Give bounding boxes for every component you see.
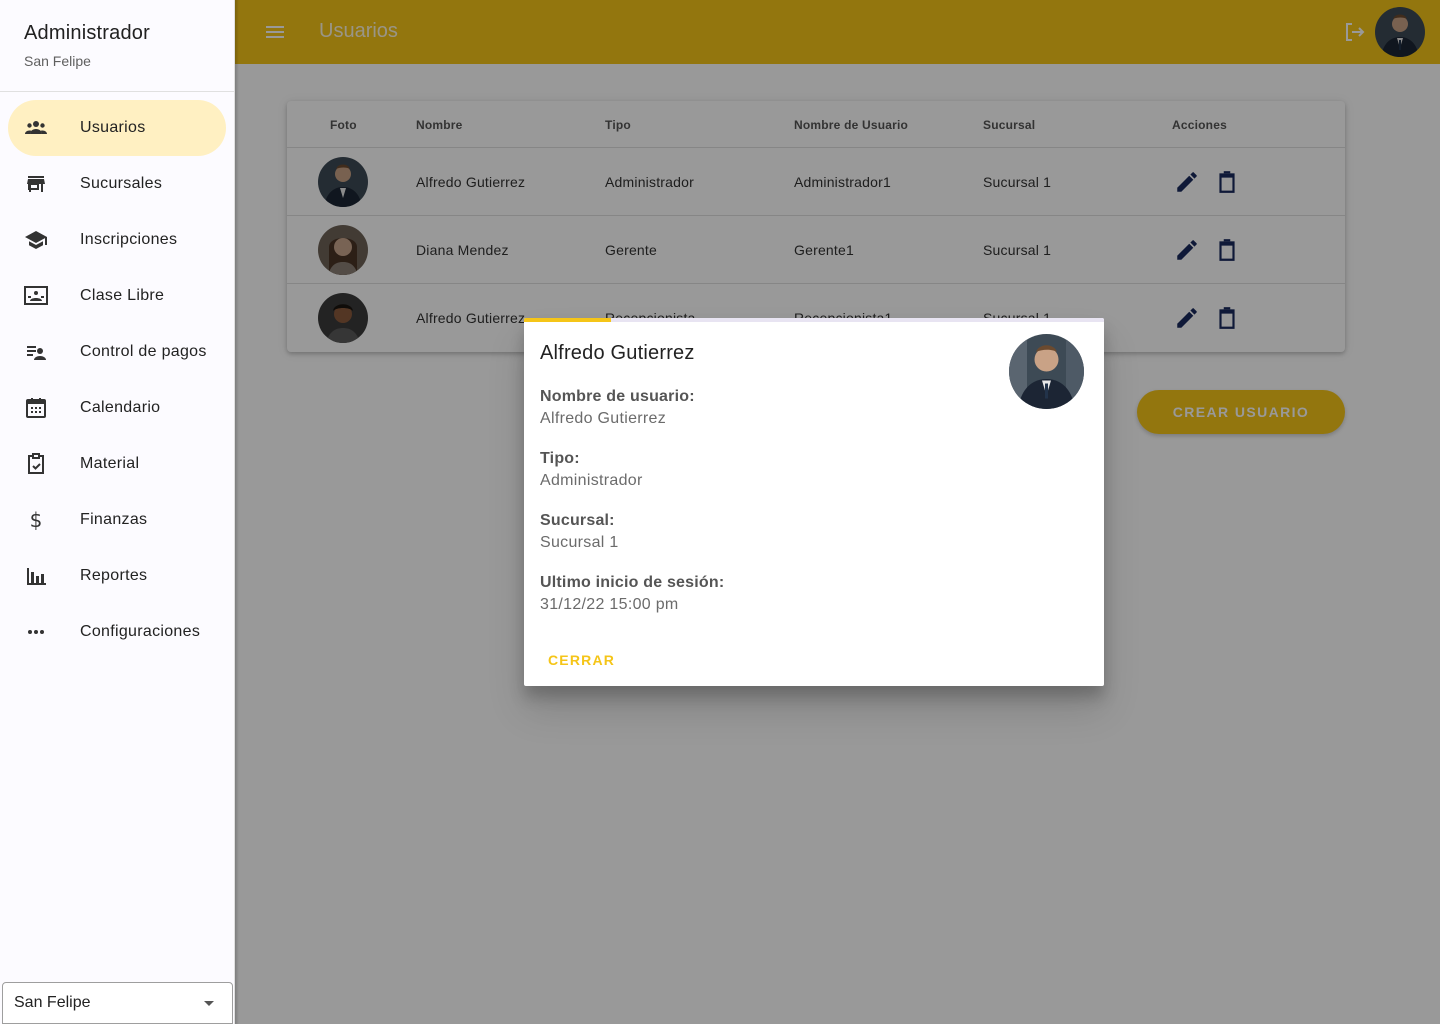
field-value: Administrador [540, 472, 643, 489]
field-username: Nombre de usuario: Alfredo Gutierrez [540, 388, 695, 428]
sidebar-item-label: Clase Libre [80, 287, 165, 304]
sidebar-item-label: Finanzas [80, 511, 148, 528]
field-label: Sucursal: [540, 512, 615, 529]
sidebar-item-label: Material [80, 455, 140, 472]
sidebar-item-label: Sucursales [80, 175, 163, 192]
branch-select-value: San Felipe [14, 994, 91, 1011]
clipboard-check-icon [24, 452, 48, 476]
close-button[interactable]: CERRAR [540, 644, 623, 676]
sidebar: Administrador San Felipe Usuarios Sucurs… [0, 0, 235, 1024]
sidebar-nav: Usuarios Sucursales Inscripciones Clase … [0, 92, 234, 660]
school-icon [24, 228, 48, 252]
sidebar-item-usuarios[interactable]: Usuarios [8, 100, 226, 156]
sidebar-item-label: Configuraciones [80, 623, 201, 640]
sidebar-item-sucursales[interactable]: Sucursales [8, 156, 226, 212]
sidebar-header: Administrador San Felipe [0, 0, 234, 92]
sidebar-item-finanzas[interactable]: $ Finanzas [8, 492, 226, 548]
svg-text:$: $ [30, 508, 43, 532]
sidebar-shadow [235, 0, 239, 1024]
sidebar-item-label: Usuarios [80, 119, 146, 136]
progress-fill [524, 318, 611, 322]
class-icon [24, 284, 48, 308]
calendar-icon [24, 396, 48, 420]
field-value: Alfredo Gutierrez [540, 410, 667, 427]
sidebar-item-configuraciones[interactable]: Configuraciones [8, 604, 226, 660]
store-icon [24, 172, 48, 196]
dialog-avatar [1009, 334, 1084, 409]
sidebar-item-calendario[interactable]: Calendario [8, 380, 226, 436]
sidebar-subtitle: San Felipe [24, 53, 91, 69]
dialog-title: Alfredo Gutierrez [540, 342, 695, 364]
field-value: 31/12/22 15:00 pm [540, 596, 679, 613]
people-icon [24, 116, 48, 140]
sidebar-item-reportes[interactable]: Reportes [8, 548, 226, 604]
sidebar-item-clase-libre[interactable]: Clase Libre [8, 268, 226, 324]
field-last-login: Ultimo inicio de sesión: 31/12/22 15:00 … [540, 574, 724, 614]
sidebar-item-control-de-pagos[interactable]: Control de pagos [8, 324, 226, 380]
sidebar-item-material[interactable]: Material [8, 436, 226, 492]
loading-progress-bar [524, 318, 1104, 322]
field-label: Ultimo inicio de sesión: [540, 574, 725, 591]
field-sucursal: Sucursal: Sucursal 1 [540, 512, 619, 552]
sidebar-item-label: Control de pagos [80, 343, 207, 360]
sidebar-item-label: Calendario [80, 399, 161, 416]
sidebar-item-label: Inscripciones [80, 231, 178, 248]
dollar-icon: $ [24, 508, 48, 532]
sidebar-item-label: Reportes [80, 567, 148, 584]
sidebar-item-inscripciones[interactable]: Inscripciones [8, 212, 226, 268]
field-value: Sucursal 1 [540, 534, 619, 551]
field-label: Nombre de usuario: [540, 388, 695, 405]
field-label: Tipo: [540, 450, 580, 467]
bar-chart-icon [24, 564, 48, 588]
sidebar-title: Administrador [24, 22, 150, 44]
branch-select[interactable]: San Felipe [2, 982, 233, 1024]
user-detail-dialog: Alfredo Gutierrez Nombre de usuario: Alf… [524, 318, 1104, 686]
field-tipo: Tipo: Administrador [540, 450, 643, 490]
more-horizontal-icon [24, 620, 48, 644]
person-list-icon [24, 340, 48, 364]
chevron-down-icon [204, 1001, 214, 1006]
